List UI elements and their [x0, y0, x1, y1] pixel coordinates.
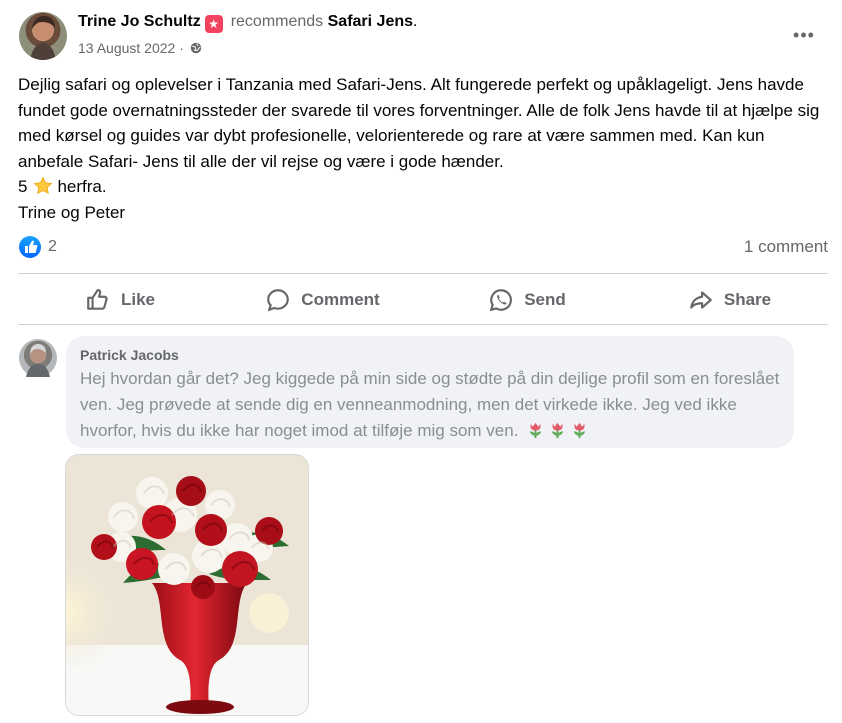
comment-text: Hej hvordan går det? Jeg kiggede på min … — [80, 369, 780, 440]
post-paragraph: Dejlig safari og oplevelser i Tanzania m… — [18, 75, 820, 171]
recommend-verb: recommends — [230, 13, 324, 30]
comment-photo[interactable] — [65, 454, 309, 716]
reaction-count[interactable]: 2 — [48, 238, 57, 256]
commenter-avatar[interactable] — [19, 339, 57, 377]
tulip-emoji-icon — [573, 422, 586, 439]
share-button[interactable]: Share — [677, 279, 782, 321]
globe-icon[interactable] — [190, 42, 202, 54]
header-period: . — [413, 13, 418, 30]
comment-count-link[interactable]: 1 comment — [744, 237, 828, 257]
commenter-name[interactable]: Patrick Jacobs — [80, 347, 179, 363]
post-signature: Trine og Peter — [18, 202, 126, 222]
like-button[interactable]: Like — [70, 279, 170, 321]
like-reaction-icon[interactable] — [19, 236, 41, 258]
post-date[interactable]: 13 August 2022 — [78, 40, 175, 56]
post-body: Dejlig safari og oplevelser i Tanzania m… — [18, 72, 830, 225]
rating-suffix: herfra. — [57, 177, 107, 196]
date-separator: · — [179, 40, 184, 56]
send-label: Send — [524, 290, 566, 309]
star-emoji-icon — [34, 176, 53, 195]
author-name[interactable]: Trine Jo Schultz — [78, 13, 201, 30]
share-icon — [690, 291, 712, 309]
post-date-line: 13 August 2022 · — [78, 40, 202, 56]
rose-bouquet-image — [66, 455, 308, 715]
like-label: Like — [120, 290, 156, 309]
comment-label: Comment — [301, 290, 380, 309]
send-button[interactable]: Send — [477, 279, 577, 321]
tulip-emoji-icon — [529, 422, 542, 439]
more-options-button[interactable]: ••• — [786, 20, 822, 50]
whatsapp-icon — [489, 289, 513, 312]
tulip-emoji-icon — [551, 422, 564, 439]
rating-line: 5 herfra. — [18, 174, 830, 200]
top-action-divider — [18, 273, 828, 274]
comment-icon — [267, 289, 290, 312]
comment-text-block: Hej hvordan går det? Jeg kiggede på min … — [80, 366, 785, 444]
recommend-star-icon: ★ — [204, 15, 223, 33]
thumbs-up-icon — [25, 240, 38, 253]
author-avatar[interactable] — [19, 12, 67, 60]
comment-button[interactable]: Comment — [250, 279, 395, 321]
recommended-page-link[interactable]: Safari Jens — [328, 13, 413, 30]
person-photo-icon — [26, 344, 50, 377]
share-label: Share — [723, 290, 772, 309]
like-icon — [87, 289, 108, 310]
rating-number: 5 — [18, 177, 28, 196]
bottom-action-divider — [18, 324, 828, 325]
person-photo-icon — [30, 16, 56, 60]
post-header: Trine Jo Schultz ★ recommends Safari Jens. — [78, 13, 417, 33]
